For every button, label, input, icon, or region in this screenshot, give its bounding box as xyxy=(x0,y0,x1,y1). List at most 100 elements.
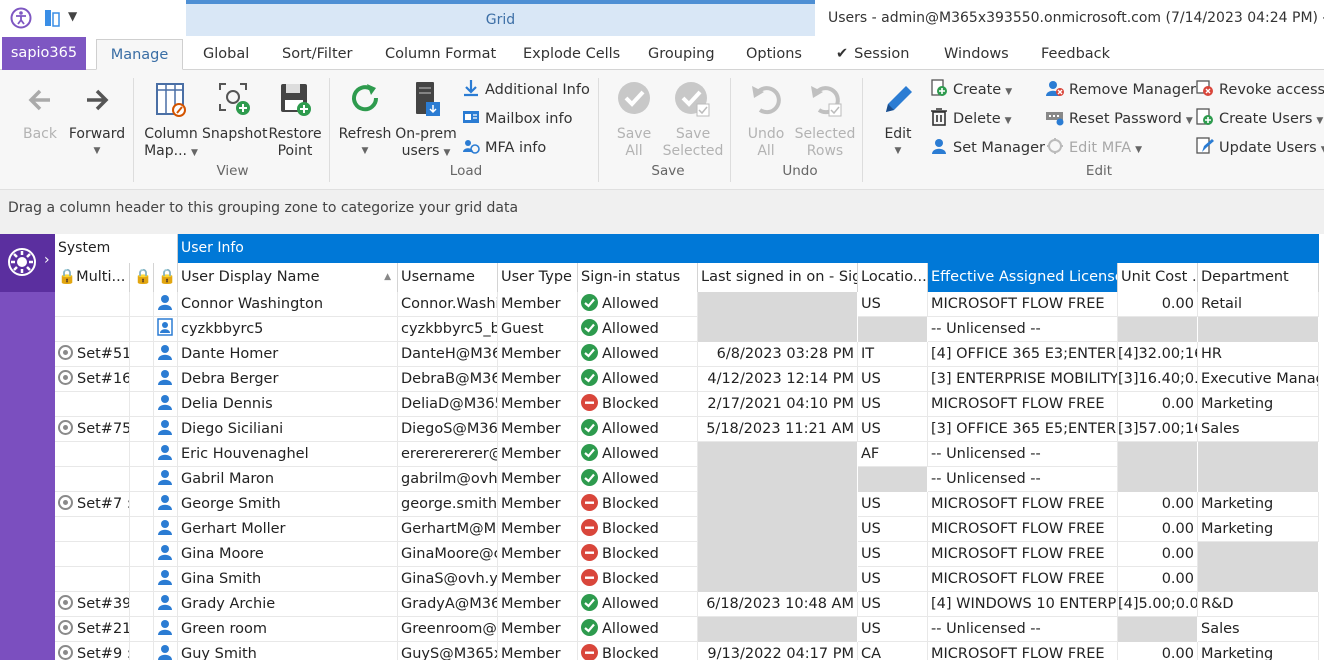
last-signed-in-cell[interactable]: 5/18/2023 11:21 AM xyxy=(698,417,858,442)
table-row[interactable]: Gerhart Moller GerhartM@M3 Member Blocked US… xyxy=(55,517,1319,542)
snapshot-button[interactable]: Snapshot xyxy=(202,78,267,143)
department-cell[interactable] xyxy=(1198,442,1319,467)
header-signin-status[interactable]: Sign-in status xyxy=(578,263,698,292)
user-type-icon-cell[interactable] xyxy=(154,592,178,617)
set-radio-icon[interactable] xyxy=(58,370,73,385)
user-type-icon-cell[interactable] xyxy=(154,292,178,317)
reset-password-button[interactable]: Reset Password ▼ xyxy=(1046,108,1193,130)
last-signed-in-cell[interactable]: 2/17/2021 04:10 PM xyxy=(698,392,858,417)
location-cell[interactable]: AF xyxy=(858,442,928,467)
licenses-cell[interactable]: MICROSOFT FLOW FREE xyxy=(928,542,1118,567)
department-cell[interactable] xyxy=(1198,542,1319,567)
unit-cost-cell[interactable]: 0.00 xyxy=(1118,542,1198,567)
signin-status-cell[interactable]: Blocked xyxy=(578,517,698,542)
display-name-cell[interactable]: George Smith xyxy=(178,492,398,517)
username-cell[interactable]: erererererer@l xyxy=(398,442,498,467)
display-name-cell[interactable]: Gina Moore xyxy=(178,542,398,567)
user-type-cell[interactable]: Guest xyxy=(498,317,578,342)
tab-sort-filter[interactable]: Sort/Filter xyxy=(282,39,353,70)
band-system[interactable]: System xyxy=(55,234,178,263)
location-cell[interactable]: IT xyxy=(858,342,928,367)
user-type-icon-cell[interactable] xyxy=(154,342,178,367)
set-cell[interactable]: Set#16 xyxy=(55,367,130,392)
unit-cost-cell[interactable]: 0.00 xyxy=(1118,567,1198,592)
mfa-info-button[interactable]: MFA info xyxy=(462,137,546,159)
display-name-cell[interactable]: Gina Smith xyxy=(178,567,398,592)
licenses-cell[interactable]: MICROSOFT FLOW FREE xyxy=(928,642,1118,660)
last-signed-in-cell[interactable]: 6/8/2023 03:28 PM xyxy=(698,342,858,367)
table-row[interactable]: Connor Washington Connor.Washin Member Allo… xyxy=(55,292,1319,317)
set-radio-icon[interactable] xyxy=(58,345,73,360)
user-type-cell[interactable]: Member xyxy=(498,392,578,417)
username-cell[interactable]: GradyA@M36 xyxy=(398,592,498,617)
display-name-cell[interactable]: Debra Berger xyxy=(178,367,398,392)
delete-button[interactable]: Delete ▼ xyxy=(930,108,1012,130)
department-cell[interactable]: Sales xyxy=(1198,617,1319,642)
set-cell[interactable] xyxy=(55,392,130,417)
display-name-cell[interactable]: cyzkbbyrc5 xyxy=(178,317,398,342)
licenses-cell[interactable]: MICROSOFT FLOW FREE xyxy=(928,392,1118,417)
username-cell[interactable]: george.smith@ xyxy=(398,492,498,517)
user-type-cell[interactable]: Member xyxy=(498,567,578,592)
signin-status-cell[interactable]: Allowed xyxy=(578,417,698,442)
table-row[interactable]: Eric Houvenaghel erererererer@l Member Allo… xyxy=(55,442,1319,467)
set-radio-icon[interactable] xyxy=(58,645,73,660)
set-cell[interactable] xyxy=(55,317,130,342)
grid-menu-button[interactable]: › xyxy=(0,234,55,292)
location-cell[interactable]: US xyxy=(858,392,928,417)
table-row[interactable]: Set#9 : Guy SmithGuyS@M365x3Member Blocked… xyxy=(55,642,1319,660)
last-signed-in-cell[interactable] xyxy=(698,617,858,642)
user-type-icon-cell[interactable] xyxy=(154,417,178,442)
header-display-name[interactable]: User Display Name ▲ xyxy=(178,263,398,292)
undo-selected-rows-button[interactable]: Selected Rows xyxy=(794,78,856,160)
header-unit-cost[interactable]: Unit Cost ... xyxy=(1118,263,1198,292)
user-type-icon-cell[interactable] xyxy=(154,567,178,592)
app-menu-button[interactable]: sapio365 xyxy=(2,37,86,70)
tab-grouping[interactable]: Grouping xyxy=(648,39,715,70)
header-last-signed-in[interactable]: Last signed in on - Sig... xyxy=(698,263,858,292)
signin-status-cell[interactable]: Allowed xyxy=(578,442,698,467)
username-cell[interactable]: GinaS@ovh.ytr xyxy=(398,567,498,592)
display-name-cell[interactable]: Eric Houvenaghel xyxy=(178,442,398,467)
back-button[interactable]: Back xyxy=(20,78,60,143)
username-cell[interactable]: Connor.Washin xyxy=(398,292,498,317)
create-users-button[interactable]: Create Users ▼ xyxy=(1196,108,1323,130)
user-type-cell[interactable]: Member xyxy=(498,492,578,517)
user-type-icon-cell[interactable] xyxy=(154,317,178,342)
username-cell[interactable]: gabrilm@ovh. xyxy=(398,467,498,492)
signin-status-cell[interactable]: Blocked xyxy=(578,542,698,567)
last-signed-in-cell[interactable] xyxy=(698,542,858,567)
unit-cost-cell[interactable]: 0.00 xyxy=(1118,517,1198,542)
display-name-cell[interactable]: Diego Siciliani xyxy=(178,417,398,442)
onprem-users-button[interactable]: On-prem users ▼ xyxy=(393,78,459,162)
update-users-button[interactable]: Update Users▼ xyxy=(1196,137,1324,159)
set-cell[interactable] xyxy=(55,442,130,467)
last-signed-in-cell[interactable] xyxy=(698,442,858,467)
edit-mfa-button[interactable]: Edit MFA ▼ xyxy=(1046,137,1142,159)
last-signed-in-cell[interactable] xyxy=(698,567,858,592)
signin-status-cell[interactable]: Allowed xyxy=(578,292,698,317)
display-name-cell[interactable]: Connor Washington xyxy=(178,292,398,317)
user-type-icon-cell[interactable] xyxy=(154,467,178,492)
location-cell[interactable] xyxy=(858,467,928,492)
forward-button[interactable]: Forward ▼ xyxy=(68,78,126,160)
location-cell[interactable]: US xyxy=(858,367,928,392)
band-user-info[interactable]: User Info xyxy=(178,234,1319,263)
signin-status-cell[interactable]: Blocked xyxy=(578,392,698,417)
edit-button[interactable]: Edit ▼ xyxy=(874,78,922,160)
last-signed-in-cell[interactable]: 6/18/2023 10:48 AM xyxy=(698,592,858,617)
edit-dropdown-icon[interactable]: ▼ xyxy=(874,143,922,160)
last-signed-in-cell[interactable] xyxy=(698,467,858,492)
qat-dropdown-icon[interactable]: ▼ xyxy=(68,9,77,23)
user-type-icon-cell[interactable] xyxy=(154,642,178,660)
set-manager-button[interactable]: Set Manager xyxy=(930,137,1045,159)
unit-cost-cell[interactable]: 0.00 xyxy=(1118,492,1198,517)
user-type-icon-cell[interactable] xyxy=(154,517,178,542)
licenses-cell[interactable]: MICROSOFT FLOW FREE xyxy=(928,492,1118,517)
last-signed-in-cell[interactable]: 9/13/2022 04:17 PM xyxy=(698,642,858,660)
department-cell[interactable]: Marketing xyxy=(1198,492,1319,517)
unit-cost-cell[interactable] xyxy=(1118,467,1198,492)
signin-status-cell[interactable]: Allowed xyxy=(578,317,698,342)
set-cell[interactable] xyxy=(55,292,130,317)
user-type-cell[interactable]: Member xyxy=(498,292,578,317)
